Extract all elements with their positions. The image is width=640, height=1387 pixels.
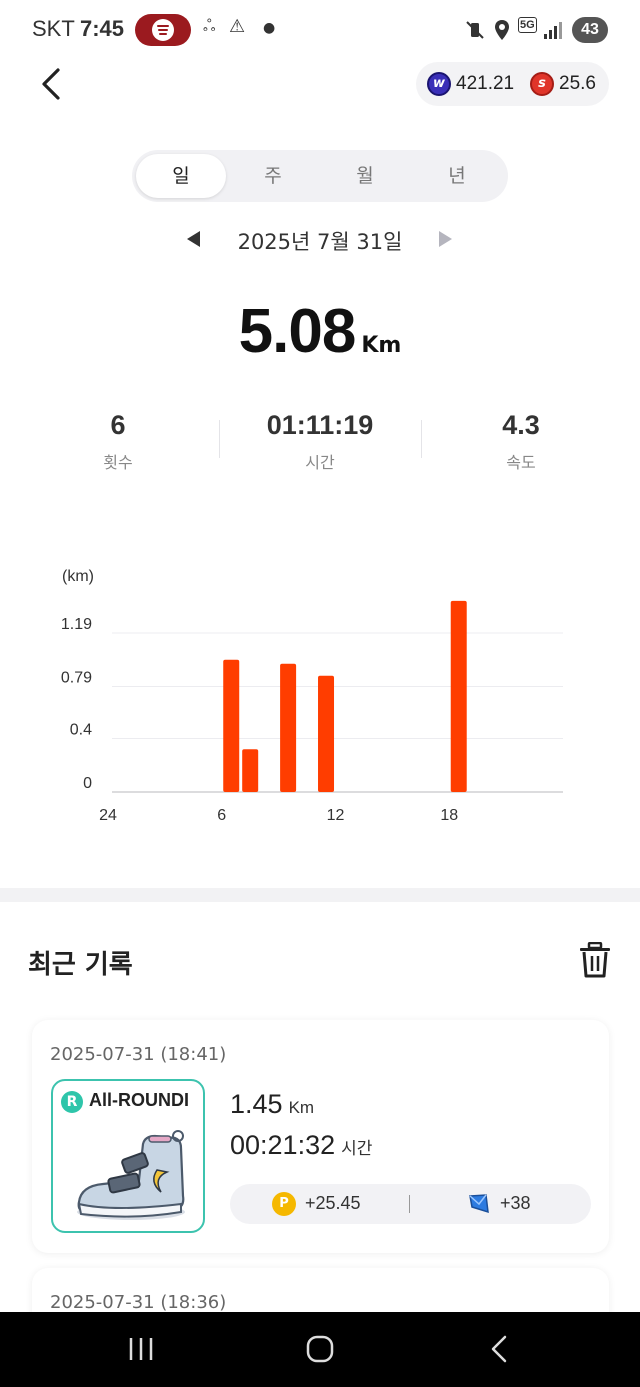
vibrate-mute-icon [466, 21, 484, 39]
stat-time: 01:11:19 시간 [220, 410, 420, 473]
record-distance-value: 1.45 [230, 1089, 283, 1119]
tab-year[interactable]: 년 [412, 154, 502, 198]
recent-records-title: 최근 기록 [28, 950, 133, 980]
record-date: 2025-07-31 (18:41) [50, 1044, 227, 1065]
tab-month[interactable]: 월 [320, 154, 410, 198]
notification-dot-icon: ● [263, 20, 276, 36]
stat-speed-value: 4.3 [502, 410, 540, 440]
reward-points: +25.45 [305, 1193, 361, 1213]
home-icon[interactable] [305, 1332, 335, 1366]
back-button[interactable] [38, 66, 68, 102]
spotify-icon [135, 14, 191, 46]
chart-x-tick-label: 12 [327, 807, 345, 824]
chart-bar [280, 663, 297, 792]
total-distance: 5.08 Km [0, 296, 640, 367]
reward-gems: +38 [500, 1193, 531, 1213]
record-rewards: P +25.45 +38 [230, 1184, 591, 1224]
tab-week[interactable]: 주 [228, 154, 318, 198]
period-tabs: 일 주 월 년 [132, 150, 508, 202]
network-type-label: 5G [518, 17, 537, 33]
s-balance: 25.6 [559, 73, 596, 94]
system-back-icon[interactable] [487, 1332, 511, 1366]
clock: 7:45 [80, 16, 125, 41]
carrier-label: SKT [32, 16, 75, 41]
stat-count-label: 횟수 [103, 453, 133, 472]
point-coin-icon: P [272, 1192, 296, 1216]
shoe-grade-badge: R [61, 1091, 83, 1113]
record-duration: 00:21:32 시간 [230, 1130, 372, 1161]
stat-count-value: 6 [110, 410, 126, 440]
chart-x-tick-label: 18 [440, 807, 458, 824]
stat-time-label: 시간 [305, 453, 335, 472]
gem-icon [469, 1194, 489, 1214]
location-icon [495, 20, 509, 40]
reward-separator [409, 1195, 410, 1213]
chart-bar [242, 749, 259, 792]
chart-bar [223, 659, 240, 792]
balance-pill[interactable]: w 421.21 s 25.6 [416, 62, 609, 106]
battery-indicator: 43 [572, 17, 608, 43]
sync-icon: ஃ [203, 16, 215, 35]
chart-y-unit-label: (km) [62, 568, 94, 585]
current-date: 2025년 7월 31일 [237, 230, 403, 254]
total-distance-unit: Km [361, 333, 402, 358]
w-coin-icon: w [427, 72, 451, 96]
previous-date-button[interactable] [187, 231, 200, 247]
chart-y-tick-label: 0.79 [61, 669, 92, 686]
w-balance: 421.21 [456, 73, 515, 94]
record-duration-unit: 시간 [341, 1139, 373, 1158]
record-date: 2025-07-31 (18:36) [50, 1292, 227, 1313]
record-distance-unit: Km [288, 1098, 315, 1117]
chart-y-tick-label: 1.19 [61, 616, 92, 633]
total-distance-value: 5.08 [238, 297, 357, 366]
distance-chart: (km) 1.19 0.79 0.4 0 24 6 12 18 [61, 568, 563, 824]
record-distance: 1.45 Km [230, 1089, 314, 1120]
chart-x-tick-label: 6 [217, 807, 226, 824]
s-coin-icon: s [530, 72, 554, 96]
chart-bar [450, 600, 467, 792]
record-duration-value: 00:21:32 [230, 1130, 336, 1160]
chart-x-tick-label: 24 [99, 807, 117, 824]
shoe-thumbnail[interactable]: R All-ROUNDI [51, 1079, 205, 1233]
warning-icon: ⚠ [229, 16, 246, 37]
stat-count: 6 횟수 [18, 410, 218, 473]
stat-time-value: 01:11:19 [266, 410, 374, 440]
next-date-button[interactable] [439, 231, 452, 247]
trash-icon[interactable] [578, 942, 612, 978]
signal-icon [544, 22, 562, 39]
stat-speed: 4.3 속도 [421, 410, 621, 473]
stat-speed-label: 속도 [506, 453, 536, 472]
status-bar: SKT 7:45 ஃ ⚠ ● 5G 43 [0, 0, 640, 62]
chart-y-tick-label: 0 [83, 775, 92, 792]
system-navigation-bar [0, 1312, 640, 1387]
shoe-name: All-ROUNDI [89, 1090, 189, 1110]
chart-bar [318, 675, 335, 792]
tab-day[interactable]: 일 [136, 154, 226, 198]
recent-apps-icon[interactable] [128, 1332, 154, 1366]
chart-y-tick-label: 0.4 [70, 722, 92, 739]
section-divider [0, 888, 640, 902]
shoe-icon [77, 1130, 185, 1220]
record-card[interactable]: 2025-07-31 (18:41) R All-ROUNDI 1.45 Km 0… [32, 1020, 609, 1253]
